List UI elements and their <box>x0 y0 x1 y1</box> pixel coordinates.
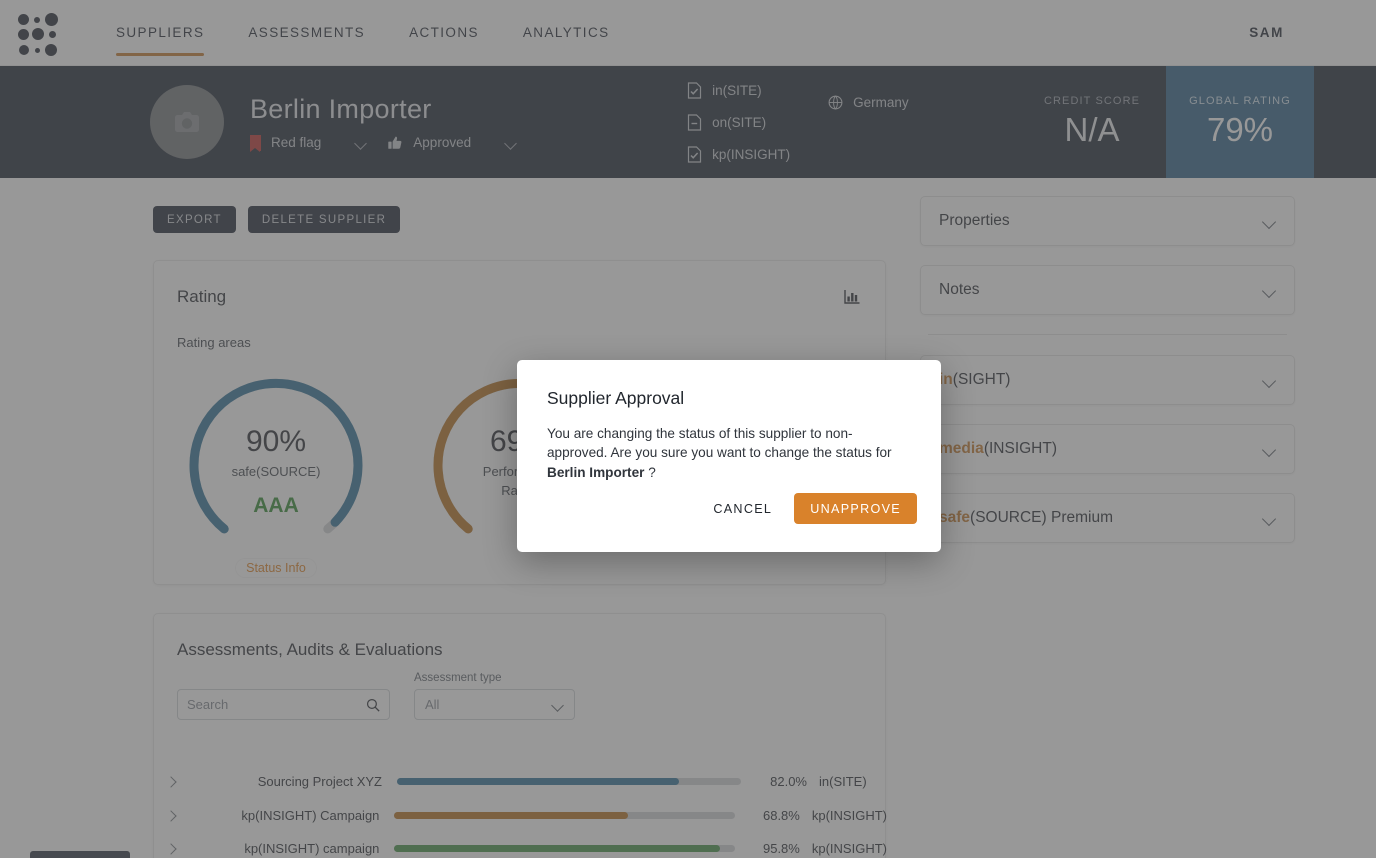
dialog-actions: CANCEL UNAPPROVE <box>699 493 917 524</box>
cancel-button[interactable]: CANCEL <box>699 494 786 524</box>
dialog-supplier-name: Berlin Importer <box>547 464 645 480</box>
app-root: SUPPLIERS ASSESSMENTS ACTIONS ANALYTICS … <box>0 0 1376 858</box>
dialog-message: You are changing the status of this supp… <box>547 424 913 482</box>
supplier-approval-dialog: Supplier Approval You are changing the s… <box>517 360 941 552</box>
dialog-message-before: You are changing the status of this supp… <box>547 426 892 461</box>
unapprove-button[interactable]: UNAPPROVE <box>794 493 917 524</box>
dialog-message-after: ? <box>644 464 656 480</box>
dialog-title: Supplier Approval <box>547 388 685 408</box>
